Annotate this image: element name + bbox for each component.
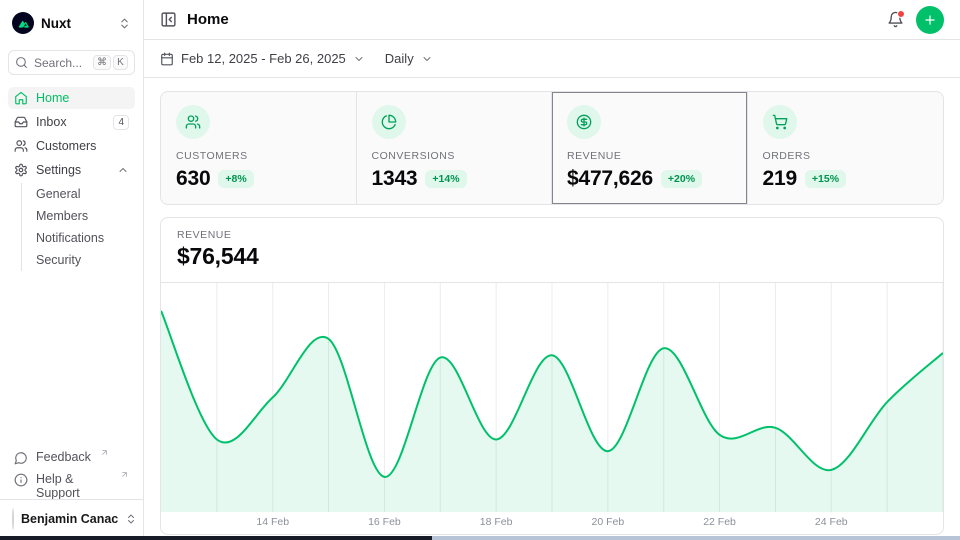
sidebar-item-feedback[interactable]: Feedback — [8, 448, 135, 470]
page-header: Home — [144, 0, 960, 40]
period-select[interactable]: Daily — [385, 51, 433, 66]
axis-tick-label: 22 Feb — [703, 516, 736, 528]
stat-label: ORDERS — [763, 150, 929, 162]
workspace-name: Nuxt — [41, 16, 71, 31]
revenue-area-chart[interactable] — [161, 283, 943, 512]
notification-dot — [897, 10, 905, 18]
page-content: CUSTOMERS 630 +8% CONVERSIONS 1343 +14% — [144, 78, 960, 540]
app-window: Nuxt Search... ⌘ K Home — [0, 0, 960, 540]
sidebar-item-label: Customers — [36, 139, 96, 153]
external-link-icon — [100, 448, 109, 457]
desktop-edge-strip — [0, 536, 960, 540]
add-button[interactable] — [916, 6, 944, 34]
axis-tick-label: 14 Feb — [256, 516, 289, 528]
users-icon — [14, 139, 28, 153]
stat-value: $477,626 — [567, 167, 653, 191]
stat-change-badge: +8% — [218, 170, 253, 188]
circle-dollar-icon — [567, 105, 601, 139]
header-actions — [887, 6, 944, 34]
search-shortcut: ⌘ K — [93, 55, 128, 70]
sidebar-item-inbox[interactable]: Inbox 4 — [8, 111, 135, 133]
stat-value: 630 — [176, 167, 210, 191]
stat-card-revenue[interactable]: REVENUE $477,626 +20% — [552, 92, 748, 204]
users-icon — [176, 105, 210, 139]
stat-card-customers[interactable]: CUSTOMERS 630 +8% — [161, 92, 357, 204]
kbd-k: K — [113, 55, 128, 70]
sidebar-spacer — [8, 271, 135, 448]
sidebar-item-label: Home — [36, 91, 69, 105]
nuxt-logo-icon — [12, 12, 34, 34]
page-title: Home — [187, 11, 229, 28]
chart-title: REVENUE — [177, 229, 927, 241]
sidebar-subitem-general[interactable]: General — [22, 183, 135, 205]
chart-total-value: $76,544 — [177, 243, 927, 270]
date-range-value: Feb 12, 2025 - Feb 26, 2025 — [181, 51, 346, 66]
chart-x-axis: 14 Feb 16 Feb 18 Feb 20 Feb 22 Feb 24 Feb — [161, 512, 943, 534]
sidebar-item-label: Settings — [36, 163, 81, 177]
period-value: Daily — [385, 51, 414, 66]
stat-change-badge: +14% — [425, 170, 466, 188]
sidebar-item-help-support[interactable]: Help & Support — [8, 470, 135, 492]
user-name: Benjamin Canac — [21, 512, 118, 526]
avatar — [12, 508, 14, 530]
plus-icon — [923, 13, 937, 27]
sidebar-subitem-security[interactable]: Security — [22, 249, 135, 271]
search-icon — [15, 56, 28, 69]
main-area: Home Feb 12, 2 — [144, 0, 960, 540]
gear-icon — [14, 163, 28, 177]
stat-card-conversions[interactable]: CONVERSIONS 1343 +14% — [357, 92, 553, 204]
info-icon — [14, 473, 28, 487]
sidebar-subitem-members[interactable]: Members — [22, 205, 135, 227]
workspace-switcher[interactable]: Nuxt — [8, 8, 135, 38]
chart-canvas — [161, 283, 943, 512]
sidebar-item-home[interactable]: Home — [8, 87, 135, 109]
stat-change-badge: +20% — [661, 170, 702, 188]
stat-card-orders[interactable]: ORDERS 219 +15% — [748, 92, 944, 204]
sidebar-item-settings[interactable]: Settings — [8, 159, 135, 181]
inbox-count-badge: 4 — [113, 115, 129, 130]
stat-value: 219 — [763, 167, 797, 191]
revenue-chart-card: REVENUE $76,544 14 Feb 16 Feb 18 Feb 20 Feb… — [160, 217, 944, 535]
axis-tick-label: 20 Feb — [591, 516, 624, 528]
kbd-cmd: ⌘ — [93, 55, 111, 70]
stats-row: CUSTOMERS 630 +8% CONVERSIONS 1343 +14% — [160, 91, 944, 205]
sidebar-item-customers[interactable]: Customers — [8, 135, 135, 157]
chevron-up-icon — [117, 164, 129, 176]
external-link-icon — [120, 470, 129, 479]
sidebar-subitem-notifications[interactable]: Notifications — [22, 227, 135, 249]
axis-tick-label: 16 Feb — [368, 516, 401, 528]
foot-item-label: Feedback — [36, 450, 91, 464]
chevrons-up-down-icon — [125, 513, 137, 525]
stat-label: REVENUE — [567, 150, 732, 162]
stat-change-badge: +15% — [805, 170, 846, 188]
sidebar-nav: Home Inbox 4 Customers Settings — [8, 87, 135, 271]
pie-chart-icon — [372, 105, 406, 139]
stat-label: CUSTOMERS — [176, 150, 341, 162]
date-range-picker[interactable]: Feb 12, 2025 - Feb 26, 2025 — [160, 51, 365, 66]
search-placeholder: Search... — [34, 56, 82, 70]
axis-tick-label: 24 Feb — [815, 516, 848, 528]
panel-left-close-icon — [160, 11, 177, 28]
settings-subnav: General Members Notifications Security — [21, 183, 135, 271]
search-input[interactable]: Search... ⌘ K — [8, 50, 135, 75]
chart-header: REVENUE $76,544 — [161, 218, 943, 283]
stat-value: 1343 — [372, 167, 418, 191]
shopping-cart-icon — [763, 105, 797, 139]
notifications-button[interactable] — [887, 11, 904, 28]
inbox-icon — [14, 115, 28, 129]
filters-toolbar: Feb 12, 2025 - Feb 26, 2025 Daily — [144, 40, 960, 78]
calendar-icon — [160, 52, 174, 66]
chevron-down-icon — [353, 53, 365, 65]
chevrons-up-down-icon — [118, 17, 131, 30]
foot-item-label: Help & Support — [36, 472, 111, 500]
chevron-down-icon — [421, 53, 433, 65]
stat-label: CONVERSIONS — [372, 150, 537, 162]
collapse-sidebar-button[interactable] — [160, 11, 177, 28]
user-menu[interactable]: Benjamin Canac — [8, 500, 135, 532]
sidebar-item-label: Inbox — [36, 115, 67, 129]
sidebar: Nuxt Search... ⌘ K Home — [0, 0, 144, 540]
message-icon — [14, 451, 28, 465]
axis-tick-label: 18 Feb — [480, 516, 513, 528]
home-icon — [14, 91, 28, 105]
